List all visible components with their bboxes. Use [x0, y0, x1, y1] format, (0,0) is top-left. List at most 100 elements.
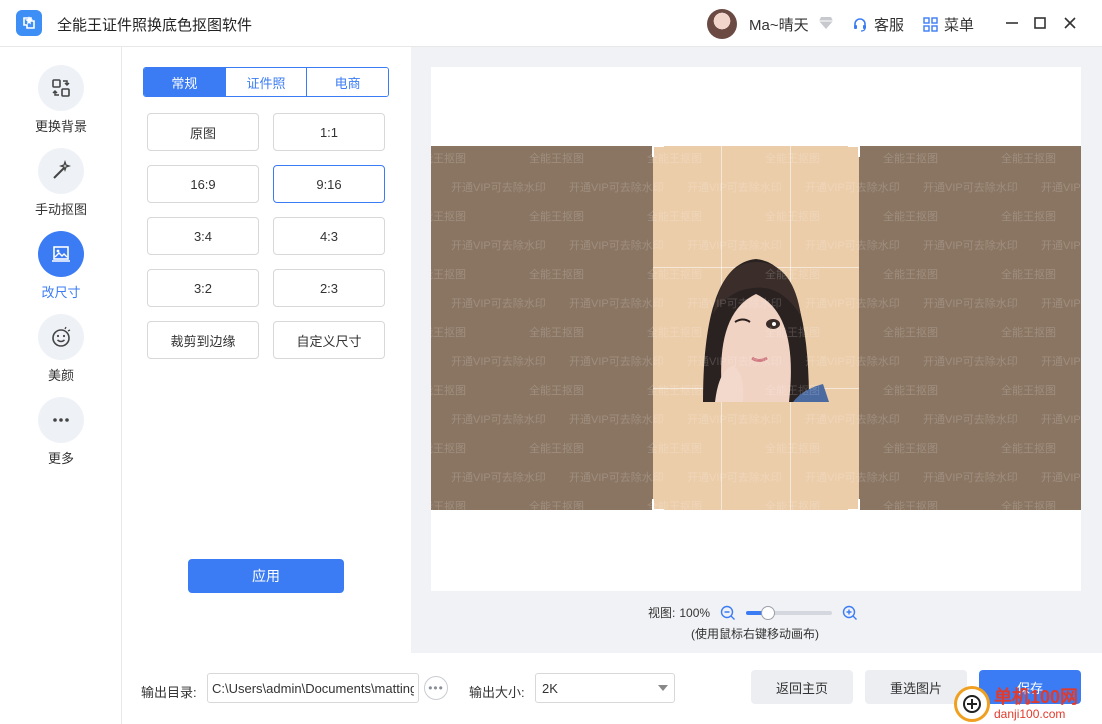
preview-canvas[interactable]: 全能王抠图全能王抠图全能王抠图全能王抠图全能王抠图全能王抠图开通VIP可去除水印… — [431, 67, 1081, 591]
image-preview[interactable]: 全能王抠图全能王抠图全能王抠图全能王抠图全能王抠图全能王抠图开通VIP可去除水印… — [431, 146, 1081, 510]
watermark-text: 全能王抠图 — [883, 153, 938, 165]
nav-item-change-background[interactable]: 更换背景 — [0, 65, 122, 140]
app-logo-icon — [23, 16, 35, 29]
minimize-button[interactable] — [1002, 13, 1022, 33]
zoom-label: 视图: — [648, 606, 676, 620]
ratio-1-1-button[interactable]: 1:1 — [273, 113, 385, 151]
watermark-text: 开通VIP可去除水印 — [923, 240, 1018, 252]
watermark-text: 全能王抠图 — [431, 269, 466, 281]
output-size-select[interactable]: 2K — [535, 673, 675, 703]
reselect-image-button[interactable]: 重选图片 — [865, 670, 967, 704]
output-dir-label: 输出目录: — [141, 685, 197, 700]
ratio-3-4-button[interactable]: 3:4 — [147, 217, 259, 255]
watermark-text: 开通VIP可去除水印 — [569, 240, 664, 252]
output-dir-input[interactable] — [207, 673, 419, 703]
nav-label: 更换背景 — [34, 119, 87, 134]
watermark-text: 全能王抠图 — [431, 443, 466, 455]
zoom-slider-knob[interactable] — [761, 605, 776, 620]
tab-ecommerce[interactable]: 电商 — [307, 68, 388, 96]
ratio-3-2-button[interactable]: 3:2 — [147, 269, 259, 307]
watermark-text: 全能王抠图 — [1001, 501, 1056, 510]
site-logo-icon — [954, 686, 990, 722]
zoom-value: 100% — [679, 605, 711, 620]
browse-dir-button[interactable]: ••• — [424, 676, 448, 700]
custom-size-button[interactable]: 自定义尺寸 — [273, 321, 385, 359]
maximize-icon — [1034, 17, 1046, 29]
watermark-text: 全能王抠图 — [431, 501, 466, 510]
watermark-text: 全能王抠图 — [1001, 327, 1056, 339]
watermark-text: 开通VIP可去除水印 — [569, 356, 664, 368]
app-title: 全能王证件照换底色抠图软件 — [57, 17, 253, 34]
options-panel: 常规 证件照 电商 原图 1:1 16:9 9:16 3:4 4:3 3:2 2… — [122, 47, 411, 653]
watermark-text: 开通VIP可去除水印 — [451, 298, 546, 310]
diamond-vip-icon[interactable] — [818, 16, 834, 30]
zoom-out-icon[interactable] — [720, 605, 736, 621]
back-home-button[interactable]: 返回主页 — [751, 670, 853, 704]
headset-icon — [854, 17, 866, 32]
tab-regular[interactable]: 常规 — [144, 68, 226, 96]
grid-menu-icon — [923, 17, 938, 32]
zoom-hint: (使用鼠标右键移动画布) — [691, 627, 819, 641]
customer-service-button[interactable]: 客服 — [852, 14, 904, 35]
menu-label: 菜单 — [944, 17, 975, 34]
watermark-text: 开通VIP可去除水印 — [569, 298, 664, 310]
apply-button[interactable]: 应用 — [188, 559, 344, 593]
maximize-button[interactable] — [1030, 13, 1050, 33]
nav-label: 更多 — [47, 451, 74, 466]
site-watermark: 单机100网 danji100.com — [954, 684, 1102, 724]
nav-item-manual-matting[interactable]: 手动抠图 — [0, 148, 122, 223]
watermark-text: 全能王抠图 — [529, 327, 584, 339]
smile-icon — [52, 326, 71, 347]
nav-item-more[interactable]: 更多 — [0, 397, 122, 472]
crop-image-icon — [52, 246, 70, 262]
ratio-4-3-button[interactable]: 4:3 — [273, 217, 385, 255]
app-logo — [16, 10, 42, 36]
watermark-text: 开通VIP可去除水印 — [923, 356, 1018, 368]
watermark-text: 全能王抠图 — [883, 385, 938, 397]
minimize-icon — [1006, 22, 1018, 24]
watermark-text: 全能王抠图 — [431, 385, 466, 397]
user-avatar[interactable] — [707, 9, 737, 39]
nav-item-resize[interactable]: 改尺寸 — [0, 231, 122, 306]
chevron-down-icon — [658, 685, 668, 691]
swap-icon — [52, 79, 70, 97]
watermark-text: 全能王抠图 — [529, 501, 584, 510]
username[interactable]: Ma~晴天 — [749, 14, 809, 35]
menu-button[interactable]: 菜单 — [923, 14, 974, 35]
watermark-text: 全能王抠图 — [529, 443, 584, 455]
close-button[interactable] — [1060, 13, 1080, 33]
watermark-text: 全能王抠图 — [883, 443, 938, 455]
ratio-original-button[interactable]: 原图 — [147, 113, 259, 151]
watermark-text: 全能王抠图 — [529, 153, 584, 165]
watermark-text: 开通VIP可去除水印 — [1041, 182, 1081, 194]
watermark-text: 全能王抠图 — [883, 211, 938, 223]
watermark-text: 开通VIP可去除水印 — [923, 414, 1018, 426]
watermark-text: 开通VIP可去除水印 — [1041, 298, 1081, 310]
nav-label: 美颜 — [47, 368, 74, 383]
ratio-9-16-button[interactable]: 9:16 — [273, 165, 385, 203]
ratio-2-3-button[interactable]: 2:3 — [273, 269, 385, 307]
watermark-text: 开通VIP可去除水印 — [923, 182, 1018, 194]
magic-wand-icon — [53, 160, 72, 179]
title-bar: 全能王证件照换底色抠图软件 Ma~晴天 客服 菜单 — [0, 0, 1102, 47]
watermark-text: 开通VIP可去除水印 — [569, 414, 664, 426]
watermark-text: 开通VIP可去除水印 — [569, 182, 664, 194]
zoom-slider[interactable] — [746, 605, 833, 620]
tab-id-photo[interactable]: 证件照 — [225, 68, 308, 96]
watermark-text: 开通VIP可去除水印 — [1041, 472, 1081, 484]
crop-handle-bottom-right[interactable] — [848, 499, 860, 510]
watermark-text: 全能王抠图 — [529, 211, 584, 223]
work-area: 全能王抠图全能王抠图全能王抠图全能王抠图全能王抠图全能王抠图开通VIP可去除水印… — [411, 47, 1102, 653]
nav-item-beauty[interactable]: 美颜 — [0, 314, 122, 389]
crop-handle-bottom-left[interactable] — [652, 499, 664, 510]
watermark-text: 全能王抠图 — [431, 211, 466, 223]
ratio-16-9-button[interactable]: 16:9 — [147, 165, 259, 203]
crop-to-edge-button[interactable]: 裁剪到边缘 — [147, 321, 259, 359]
watermark-text: 全能王抠图 — [1001, 211, 1056, 223]
crop-handle-top-left[interactable] — [652, 146, 664, 157]
zoom-in-icon[interactable] — [842, 605, 858, 621]
watermark-text: 全能王抠图 — [431, 153, 466, 165]
crop-handle-top-right[interactable] — [848, 146, 860, 157]
nav-label: 改尺寸 — [41, 285, 81, 300]
service-label: 客服 — [874, 17, 905, 34]
